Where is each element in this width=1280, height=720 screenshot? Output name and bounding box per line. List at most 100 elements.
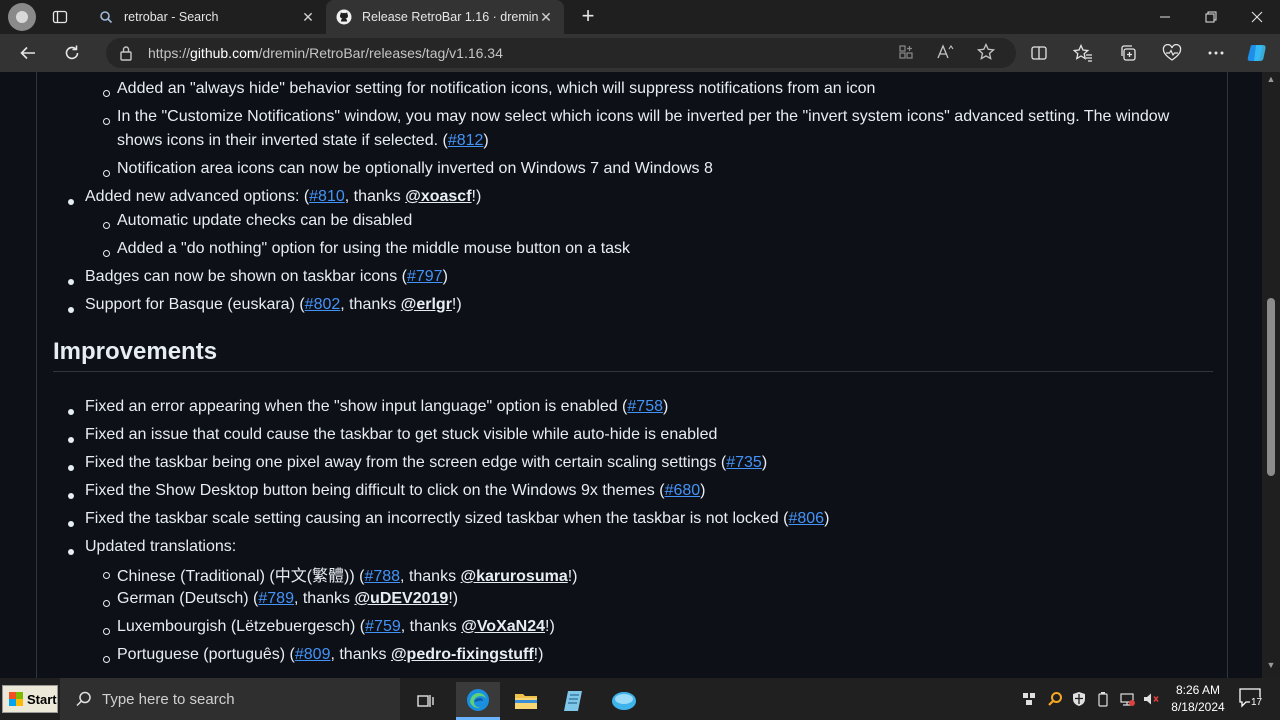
lock-icon[interactable] [118,45,134,61]
back-button[interactable] [16,41,40,65]
close-tab-icon[interactable]: ✕ [538,9,554,26]
list-item-continuation: shows icons in their inverted state if s… [117,132,489,150]
list-bullet [68,199,74,205]
list-bullet [103,572,110,579]
close-tab-icon[interactable]: ✕ [300,9,316,26]
list-bullet [103,600,110,607]
user-mention-link[interactable]: @xoascf [405,188,471,205]
list-item: Fixed the taskbar being one pixel away f… [85,454,767,472]
url-text: https://github.com/dremin/RetroBar/relea… [148,45,503,61]
tab-retrobar-search[interactable]: retrobar - Search ✕ [88,0,326,34]
tab-actions-icon[interactable] [48,5,72,29]
list-bullet [68,465,74,471]
security-shield-icon[interactable] [1070,690,1088,708]
list-bullet [68,409,74,415]
list-item: Fixed the Show Desktop button being diff… [85,482,705,500]
browser-essentials-icon[interactable] [1161,42,1183,64]
list-bullet [68,307,74,313]
volume-muted-icon[interactable] [1142,690,1160,708]
item-text: , thanks [330,646,391,663]
favorites-icon[interactable] [1072,42,1094,64]
new-tab-button[interactable]: + [576,5,600,29]
item-suffix: !) [533,646,544,663]
network-icon[interactable] [1118,690,1136,708]
profile-avatar[interactable] [8,3,36,31]
taskbar-search-box[interactable]: Type here to search [60,678,400,720]
issue-link[interactable]: #806 [788,510,824,527]
dropbox-tray-icon[interactable] [1020,690,1038,708]
list-item: Luxembourgish (Lëtzebuergesch) (#759, th… [117,618,555,636]
user-mention-link[interactable]: @uDEV2019 [354,590,448,607]
item-text: Automatic update checks can be disabled [117,212,413,229]
list-bullet [68,521,74,527]
user-mention-link[interactable]: @VoXaN24 [461,618,545,635]
issue-link[interactable]: #789 [258,590,294,607]
browser-toolbar: https://github.com/dremin/RetroBar/relea… [0,34,1280,72]
system-clock[interactable]: 8:26 AM 8/18/2024 [1160,682,1236,716]
list-bullet [68,437,74,443]
user-mention-link[interactable]: @karurosuma [461,568,568,585]
item-suffix: ) [761,454,768,471]
tab-release-retrobar[interactable]: Release RetroBar 1.16 · dremin/R ✕ [326,0,564,34]
item-text: Fixed the taskbar being one pixel away f… [85,454,727,471]
search-tray-icon[interactable] [1046,690,1064,708]
refresh-button[interactable] [60,41,84,65]
scroll-down-arrow-icon[interactable]: ▼ [1266,660,1276,670]
item-text: Added a "do nothing" option for using th… [117,240,631,257]
address-bar[interactable]: https://github.com/dremin/RetroBar/relea… [106,38,1016,68]
notification-center-icon[interactable]: 17 [1238,686,1266,712]
issue-link[interactable]: #812 [448,132,484,149]
app-taskbar-icon[interactable] [602,682,646,720]
issue-link[interactable]: #802 [305,296,341,313]
split-screen-icon[interactable] [1028,42,1050,64]
minimize-button[interactable] [1142,0,1188,34]
search-icon [98,9,114,25]
user-mention-link[interactable]: @erlgr [401,296,452,313]
issue-link[interactable]: #788 [364,568,400,585]
issue-link[interactable]: #797 [407,268,443,285]
task-view-button[interactable] [404,682,448,720]
page-content: Added an "always hide" behavior setting … [0,72,1262,678]
copilot-icon[interactable] [1246,42,1268,64]
favorite-star-icon[interactable] [976,42,996,62]
scroll-up-arrow-icon[interactable]: ▲ [1266,74,1276,84]
read-aloud-icon[interactable] [936,42,956,62]
notepad-app-icon[interactable] [552,682,596,720]
taskbar: Start Type here to search 8:26 AM 8/18/2… [0,678,1280,720]
start-button[interactable]: Start [2,685,58,713]
notification-badge: 17 [1251,697,1263,708]
collections-icon[interactable] [1117,42,1139,64]
section-heading: Improvements [53,338,218,365]
edge-taskbar-icon[interactable] [456,682,500,720]
page-scrollbar[interactable]: ▲ ▼ [1262,72,1280,678]
file-explorer-icon[interactable] [504,682,548,720]
user-mention-link[interactable]: @pedro-fixingstuff [391,646,534,663]
app-available-icon[interactable] [896,42,916,62]
tab-title: retrobar - Search [124,10,219,24]
issue-link[interactable]: #759 [365,618,401,635]
issue-link[interactable]: #735 [726,454,762,471]
restore-button[interactable] [1188,0,1234,34]
item-text: Fixed an error appearing when the "show … [85,398,628,415]
more-options-icon[interactable] [1205,42,1227,64]
url-prefix: https:// [148,45,191,61]
search-placeholder: Type here to search [102,690,235,708]
issue-link[interactable]: #680 [665,482,701,499]
issue-link[interactable]: #758 [627,398,663,415]
battery-icon[interactable] [1094,690,1112,708]
list-item: German (Deutsch) (#789, thanks @uDEV2019… [117,590,458,608]
item-suffix: ) [442,268,448,285]
issue-link[interactable]: #810 [309,188,345,205]
close-window-button[interactable] [1234,0,1280,34]
list-item: In the "Customize Notifications" window,… [117,108,1169,126]
item-text: Notification area icons can now be optio… [117,160,713,177]
tab-strip: retrobar - Search ✕ Release RetroBar 1.1… [0,0,1280,34]
issue-link[interactable]: #809 [295,646,331,663]
list-item: Added an "always hide" behavior setting … [117,80,875,98]
item-suffix: !) [451,296,462,313]
item-text: Badges can now be shown on taskbar icons… [85,268,407,285]
scroll-thumb[interactable] [1267,298,1275,476]
item-text: Luxembourgish (Lëtzebuergesch) ( [117,618,366,635]
item-text: Fixed the Show Desktop button being diff… [85,482,665,499]
list-item: Notification area icons can now be optio… [117,160,713,178]
